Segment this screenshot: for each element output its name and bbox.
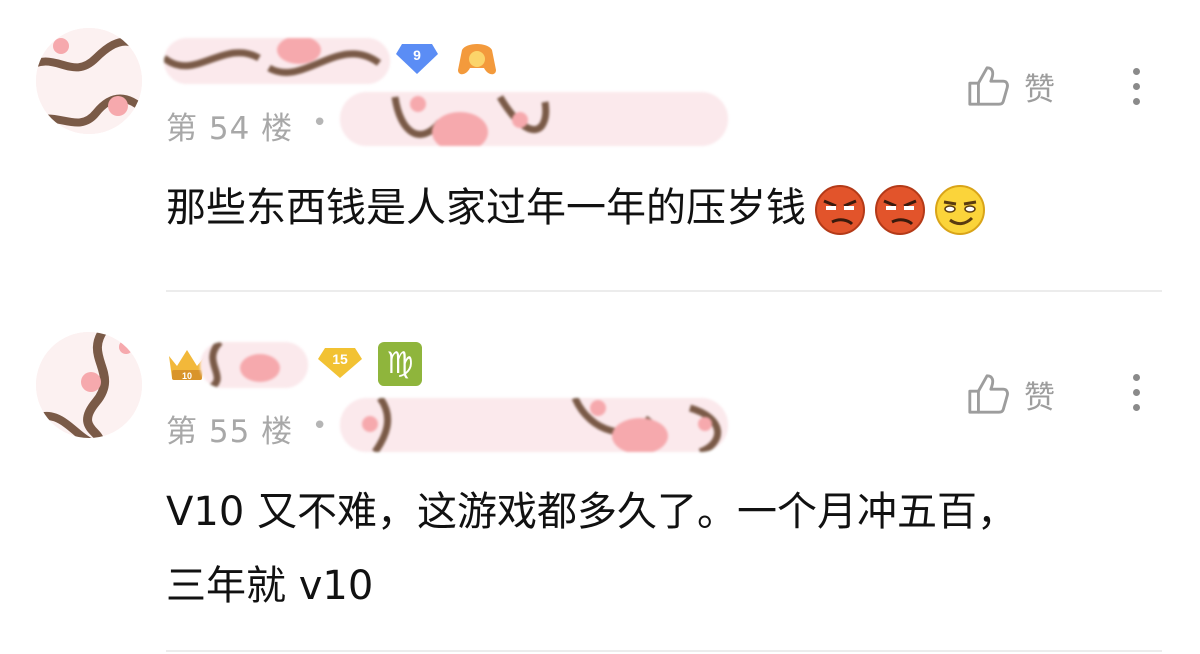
like-label: 赞 <box>1024 379 1055 416</box>
svg-text:10: 10 <box>182 371 192 381</box>
more-options-icon[interactable] <box>1122 368 1152 418</box>
like-button[interactable]: 赞 <box>966 370 1066 418</box>
divider <box>166 290 1162 292</box>
username-blurred[interactable] <box>164 38 390 84</box>
like-label: 赞 <box>1024 71 1055 108</box>
zodiac-virgo-badge: ♍ <box>378 342 422 386</box>
separator-dot: • <box>312 411 328 441</box>
location-blurred <box>340 398 728 452</box>
like-button[interactable]: 赞 <box>966 62 1066 110</box>
more-options-icon[interactable] <box>1122 62 1152 112</box>
separator-dot: • <box>312 108 328 138</box>
thumbs-up-icon <box>968 66 1009 106</box>
angry-face-emoji-icon <box>874 184 926 236</box>
avatar[interactable] <box>36 332 142 438</box>
svg-text:9: 9 <box>413 47 421 63</box>
divider <box>166 650 1162 652</box>
avatar[interactable] <box>36 28 142 134</box>
comment-text: 那些东西钱是人家过年一年的压岁钱 <box>166 176 986 240</box>
angry-face-emoji-icon <box>814 184 866 236</box>
comment-text-line: V10 又不难，这游戏都多久了。一个月冲五百， <box>166 489 1017 535</box>
floor-number: 第 55 楼 <box>166 414 294 450</box>
username-blurred[interactable] <box>200 342 308 388</box>
smirk-face-emoji-icon <box>934 184 986 236</box>
thumbs-up-icon <box>968 374 1009 414</box>
level-badge: 15 <box>318 344 362 378</box>
floor-number: 第 54 楼 <box>166 111 294 147</box>
location-blurred <box>340 92 728 146</box>
svg-text:15: 15 <box>332 351 348 367</box>
comment-text-line: 三年就 v10 <box>166 563 374 609</box>
gamepad-badge-icon <box>456 40 498 78</box>
zodiac-symbol: ♍ <box>386 346 414 381</box>
comment-text: V10 又不难，这游戏都多久了。一个月冲五百， 三年就 v10 <box>166 480 1017 618</box>
comment-text-content: 那些东西钱是人家过年一年的压岁钱 <box>166 185 806 231</box>
level-badge: 9 <box>396 40 438 74</box>
